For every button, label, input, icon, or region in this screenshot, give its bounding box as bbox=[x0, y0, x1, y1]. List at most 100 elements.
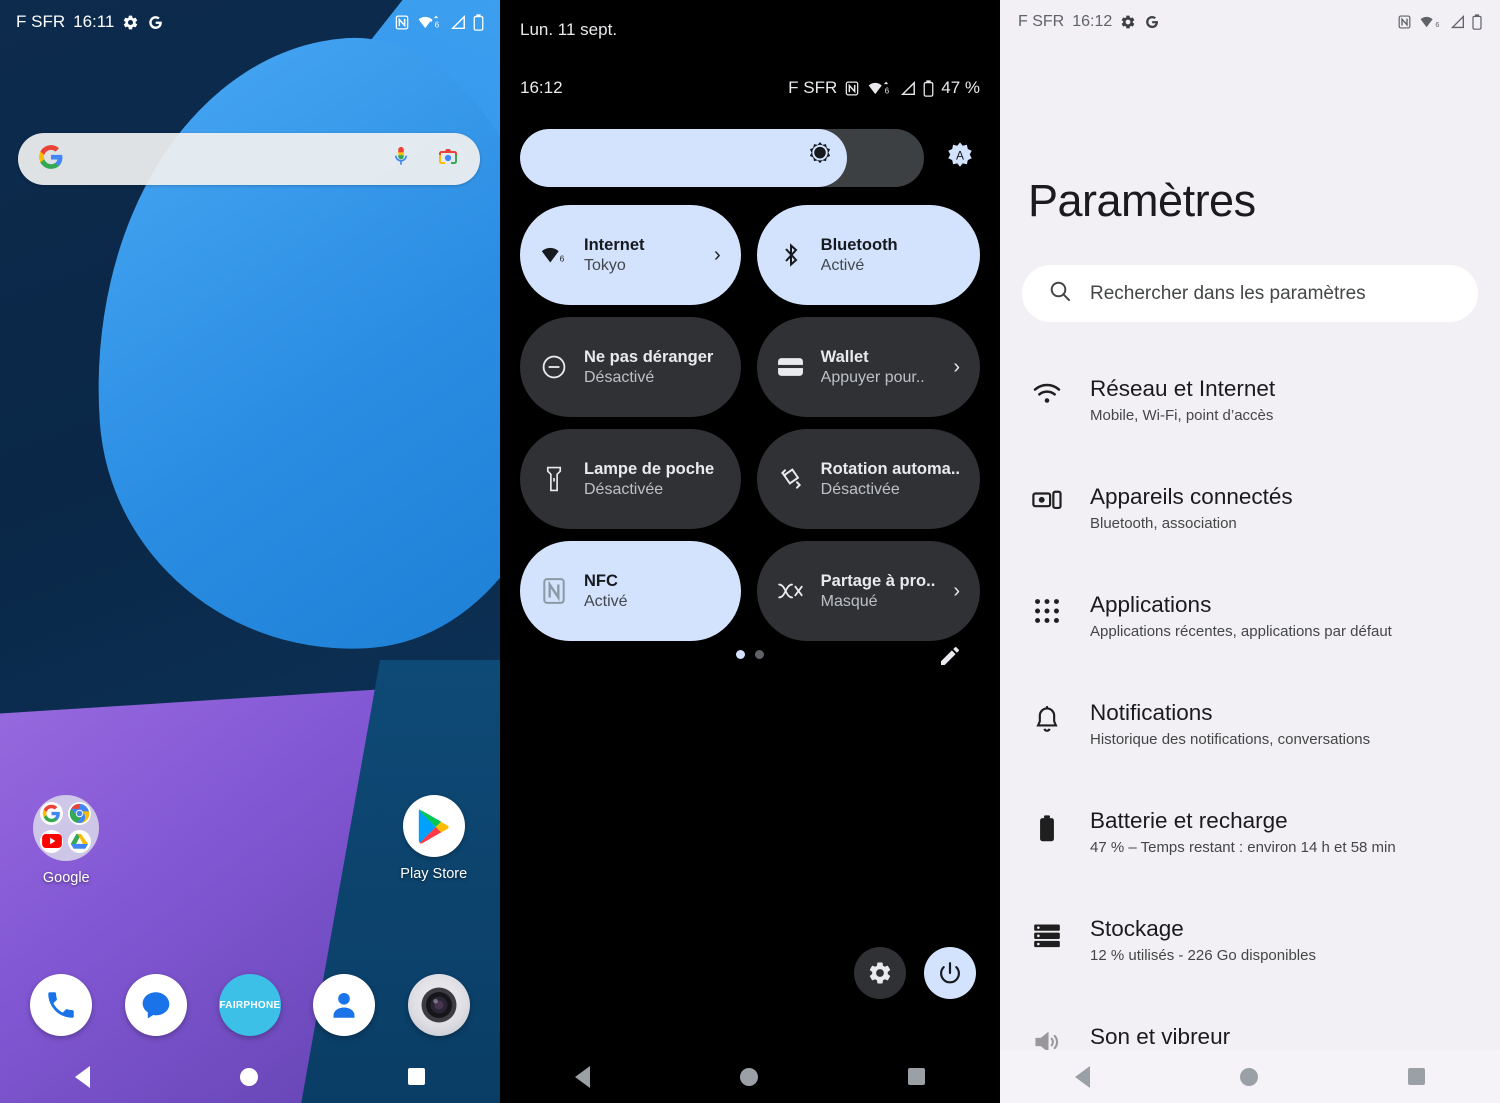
qs-bottom-buttons bbox=[854, 947, 976, 999]
home-icon[interactable] bbox=[240, 1067, 258, 1086]
microphone-icon[interactable] bbox=[390, 145, 412, 174]
qs-tile-bluetooth[interactable]: Bluetooth Activé bbox=[756, 205, 980, 305]
svg-text:6: 6 bbox=[435, 20, 439, 29]
chevron-right-icon[interactable]: › bbox=[714, 245, 721, 265]
home-status-bar: F SFR 16:11 6 bbox=[0, 0, 500, 44]
search-input[interactable]: Rechercher dans les paramètres bbox=[1090, 283, 1366, 305]
google-g-icon bbox=[40, 802, 64, 825]
apps-grid-icon bbox=[1030, 592, 1064, 624]
qs-tile-wallet[interactable]: Wallet Appuyer pour.. › bbox=[756, 317, 980, 417]
fairphone-icon[interactable]: FAIRPHONE bbox=[218, 974, 281, 1036]
chevron-right-icon[interactable]: › bbox=[953, 357, 960, 377]
settings-search-bar[interactable]: Rechercher dans les paramètres bbox=[1022, 265, 1478, 322]
contacts-icon[interactable] bbox=[313, 974, 376, 1036]
settings-item-subtitle: Historique des notifications, conversati… bbox=[1090, 730, 1371, 748]
battery-icon bbox=[923, 79, 934, 97]
settings-nav-bar bbox=[1000, 1050, 1500, 1103]
messages-icon[interactable] bbox=[124, 974, 187, 1036]
back-icon[interactable] bbox=[575, 1065, 590, 1088]
tile-title: Bluetooth bbox=[820, 235, 898, 254]
chrome-icon bbox=[67, 802, 91, 825]
qs-tile-flashlight[interactable]: Lampe de poche Désactivée bbox=[520, 429, 741, 529]
qs-power-button[interactable] bbox=[924, 947, 976, 999]
fairphone-label: FAIRPHONE bbox=[219, 999, 281, 1011]
three-panel-screenshot: F SFR 16:11 6 Google Play Store FAIRPHON… bbox=[0, 0, 1500, 1103]
qs-tile-auto-rotate[interactable]: Rotation automa.. Désactivée bbox=[756, 429, 980, 529]
settings-item-stockage[interactable]: Stockage 12 % utilisés - 226 Go disponib… bbox=[1000, 900, 1500, 1008]
tile-title: Rotation automa.. bbox=[820, 459, 960, 478]
battery-icon bbox=[473, 13, 484, 31]
qs-settings-button[interactable] bbox=[854, 947, 906, 999]
recents-icon[interactable] bbox=[908, 1068, 925, 1085]
phone-icon[interactable] bbox=[30, 974, 93, 1036]
tile-title: Lampe de poche bbox=[584, 459, 715, 478]
settings-item-subtitle: Applications récentes, applications par … bbox=[1090, 622, 1392, 640]
nfc-icon bbox=[844, 80, 860, 97]
battery-icon bbox=[1030, 808, 1064, 844]
settings-item-subtitle: Mobile, Wi-Fi, point d’accès bbox=[1090, 406, 1274, 424]
brightness-row: A bbox=[520, 128, 980, 188]
google-lens-icon[interactable] bbox=[436, 145, 460, 174]
tile-subtitle: Tokyo bbox=[584, 256, 626, 274]
google-g-icon bbox=[38, 144, 64, 175]
settings-item-title: Son et vibreur bbox=[1090, 1024, 1231, 1049]
settings-item-subtitle: Bluetooth, association bbox=[1090, 514, 1237, 532]
app-icon-google-folder[interactable]: Google bbox=[20, 795, 113, 886]
camera-icon[interactable] bbox=[407, 974, 470, 1036]
page-title: Paramètres bbox=[1028, 175, 1256, 226]
tile-subtitle: Activé bbox=[820, 256, 865, 274]
wifi-6-icon: 6 bbox=[1419, 15, 1443, 29]
status-carrier: F SFR bbox=[16, 12, 66, 31]
home-dock: FAIRPHONE bbox=[0, 965, 500, 1045]
app-icon-play-store[interactable]: Play Store bbox=[388, 795, 481, 886]
settings-item-subtitle: 12 % utilisés - 226 Go disponibles bbox=[1090, 946, 1316, 964]
wifi-6-icon: 6 bbox=[867, 81, 893, 96]
tile-subtitle: Masqué bbox=[820, 592, 878, 610]
settings-item-applications[interactable]: Applications Applications récentes, appl… bbox=[1000, 576, 1500, 684]
qs-tile-nfc[interactable]: NFC Activé bbox=[520, 541, 741, 641]
settings-item-title: Appareils connectés bbox=[1090, 484, 1293, 509]
pencil-edit-icon[interactable] bbox=[938, 644, 962, 673]
settings-item-batterie-et-recharge[interactable]: Batterie et recharge 47 % – Temps restan… bbox=[1000, 792, 1500, 900]
wifi-6-icon: 6 bbox=[417, 15, 443, 30]
page-dot-active[interactable] bbox=[736, 650, 745, 659]
flashlight-icon bbox=[540, 466, 568, 493]
qs-page-indicator bbox=[500, 650, 1000, 659]
home-icon[interactable] bbox=[740, 1067, 758, 1086]
nfc-icon bbox=[540, 577, 568, 605]
qs-nav-bar bbox=[500, 1050, 1000, 1103]
back-icon[interactable] bbox=[1075, 1065, 1090, 1088]
settings-item-reseau-et-internet[interactable]: Réseau et Internet Mobile, Wi-Fi, point … bbox=[1000, 360, 1500, 468]
wifi-6-icon: 6 bbox=[540, 245, 568, 265]
home-icon[interactable] bbox=[1240, 1067, 1258, 1086]
qs-battery-percent: 47 % bbox=[941, 78, 980, 97]
home-screen-panel: F SFR 16:11 6 Google Play Store FAIRPHON… bbox=[0, 0, 500, 1103]
search-icon bbox=[1048, 279, 1072, 308]
google-search-widget[interactable] bbox=[18, 133, 480, 185]
home-nav-bar bbox=[0, 1050, 500, 1103]
chevron-right-icon[interactable]: › bbox=[953, 581, 960, 601]
back-icon[interactable] bbox=[75, 1065, 90, 1088]
auto-brightness-button[interactable]: A bbox=[940, 138, 980, 178]
recents-icon[interactable] bbox=[408, 1068, 425, 1085]
qs-tile-internet[interactable]: 6 Internet Tokyo › bbox=[520, 205, 741, 305]
recents-icon[interactable] bbox=[1408, 1068, 1425, 1085]
settings-item-title: Stockage bbox=[1090, 916, 1184, 941]
settings-item-appareils-connectes[interactable]: Appareils connectés Bluetooth, associati… bbox=[1000, 468, 1500, 576]
status-time: 16:12 bbox=[1072, 13, 1113, 30]
qs-tile-nearby-share[interactable]: Partage à pro.. Masqué › bbox=[756, 541, 980, 641]
app-label: Play Store bbox=[400, 866, 468, 882]
wifi-icon bbox=[1030, 376, 1064, 406]
qs-tile-do-not-disturb[interactable]: Ne pas déranger Désactivé bbox=[520, 317, 741, 417]
svg-text:6: 6 bbox=[1435, 20, 1439, 29]
google-g-icon bbox=[1144, 14, 1160, 30]
quick-settings-panel: Lun. 11 sept. 16:12 F SFR 6 47 % A 6 Int… bbox=[500, 0, 1000, 1103]
gear-icon bbox=[1120, 14, 1136, 30]
settings-item-subtitle: 47 % – Temps restant : environ 14 h et 5… bbox=[1090, 838, 1396, 856]
brightness-slider[interactable] bbox=[520, 129, 924, 187]
do-not-disturb-icon bbox=[540, 354, 568, 380]
tile-title: Partage à pro.. bbox=[820, 571, 936, 590]
page-dot[interactable] bbox=[755, 650, 764, 659]
settings-item-title: Notifications bbox=[1090, 700, 1213, 725]
settings-item-notifications[interactable]: Notifications Historique des notificatio… bbox=[1000, 684, 1500, 792]
